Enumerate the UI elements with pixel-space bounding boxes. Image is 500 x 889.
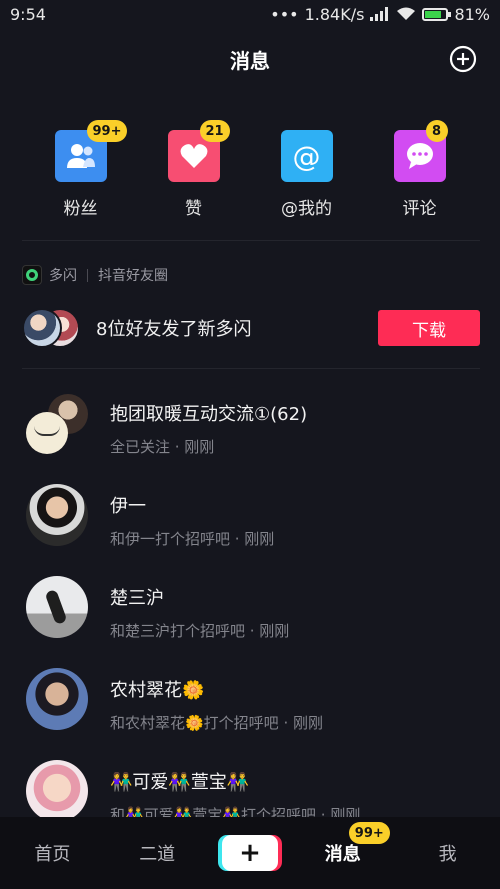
nav-me[interactable]: 我 xyxy=(408,840,488,866)
conversation-subtitle: 和楚三沪打个招呼吧 · 刚刚 xyxy=(110,622,290,640)
quick-mentions[interactable]: @ @我的 xyxy=(269,130,345,219)
conversation-subtitle: 和农村翠花🌼打个招呼吧 · 刚刚 xyxy=(110,714,323,732)
bottom-nav: 首页 二道 + 消息 99+ 我 xyxy=(0,817,500,889)
messages-badge: 99+ xyxy=(348,822,390,844)
network-speed: 1.84K/s xyxy=(304,4,365,24)
signal-icon xyxy=(370,7,389,21)
wifi-icon xyxy=(397,7,416,20)
status-dots: ••• xyxy=(270,4,299,24)
at-icon: @ xyxy=(280,130,333,182)
duoshan-friends-text: 8位好友发了新多闪 xyxy=(96,319,252,340)
conversation-subtitle: 和伊一打个招呼吧 · 刚刚 xyxy=(110,530,275,548)
conversation-name: 伊一 xyxy=(110,496,146,517)
nav-second[interactable]: 二道 xyxy=(117,840,197,866)
battery-level: 81% xyxy=(454,4,490,24)
conversation-item[interactable]: 抱团取暖互动交流①(62) 全已关注 · 刚刚 xyxy=(0,392,500,484)
conversation-name: 楚三沪 xyxy=(110,588,164,609)
friend-avatars xyxy=(22,308,82,348)
status-indicators: ••• 1.84K/s 81% xyxy=(270,5,490,24)
duoshan-friends-row[interactable]: 8位好友发了新多闪 下载 xyxy=(22,308,480,348)
battery-icon xyxy=(422,7,452,21)
avatar xyxy=(22,308,62,348)
quick-likes[interactable]: 21 赞 xyxy=(156,120,232,219)
quick-comments[interactable]: 8 评论 xyxy=(382,120,458,219)
duoshan-logo-icon xyxy=(22,265,42,285)
comments-label: 评论 xyxy=(402,199,437,219)
duoshan-bar: 多闪 抖音好友圈 xyxy=(22,265,168,285)
conversation-item[interactable]: 农村翠花🌼 和农村翠花🌼打个招呼吧 · 刚刚 xyxy=(0,668,500,760)
conversation-item[interactable]: 楚三沪 和楚三沪打个招呼吧 · 刚刚 xyxy=(0,576,500,668)
group-avatar xyxy=(26,392,88,454)
avatar xyxy=(26,576,88,638)
duoshan-subtitle: 抖音好友圈 xyxy=(98,268,168,284)
avatar xyxy=(26,760,88,822)
quick-actions: 99+ 粉丝 21 赞 @ @我的 8 评论 xyxy=(0,120,500,219)
divider xyxy=(22,240,480,241)
fans-label: 粉丝 xyxy=(63,199,98,219)
conversation-name: 农村翠花🌼 xyxy=(110,680,205,701)
nav-messages-label: 消息 xyxy=(324,844,361,865)
quick-fans[interactable]: 99+ 粉丝 xyxy=(43,120,128,219)
likes-badge: 21 xyxy=(199,120,230,142)
conversation-list: 抱团取暖互动交流①(62) 全已关注 · 刚刚 伊一 和伊一打个招呼吧 · 刚刚… xyxy=(0,392,500,852)
divider xyxy=(22,368,480,369)
plus-circle-icon[interactable] xyxy=(448,44,478,74)
avatar xyxy=(26,668,88,730)
download-button[interactable]: 下载 xyxy=(378,310,480,346)
status-bar: 9:54 ••• 1.84K/s 81% xyxy=(0,0,500,28)
conversation-item[interactable]: 伊一 和伊一打个招呼吧 · 刚刚 xyxy=(0,484,500,576)
header: 消息 xyxy=(0,38,500,80)
conversation-name: 👫可爱👫萱宝👫 xyxy=(110,772,250,793)
conversation-name: 抱团取暖互动交流①(62) xyxy=(110,404,308,425)
likes-label: 赞 xyxy=(185,199,202,219)
create-button[interactable]: + xyxy=(221,835,278,871)
page-title: 消息 xyxy=(230,48,270,73)
nav-home[interactable]: 首页 xyxy=(12,840,92,866)
status-time: 9:54 xyxy=(10,4,46,24)
avatar xyxy=(26,484,88,546)
fans-badge: 99+ xyxy=(86,120,128,142)
comments-badge: 8 xyxy=(425,120,448,142)
duoshan-app-name: 多闪 xyxy=(49,268,77,284)
mentions-label: @我的 xyxy=(281,199,332,219)
separator xyxy=(87,268,88,282)
nav-messages[interactable]: 消息 99+ xyxy=(303,822,390,866)
conversation-subtitle: 全已关注 · 刚刚 xyxy=(110,438,215,456)
